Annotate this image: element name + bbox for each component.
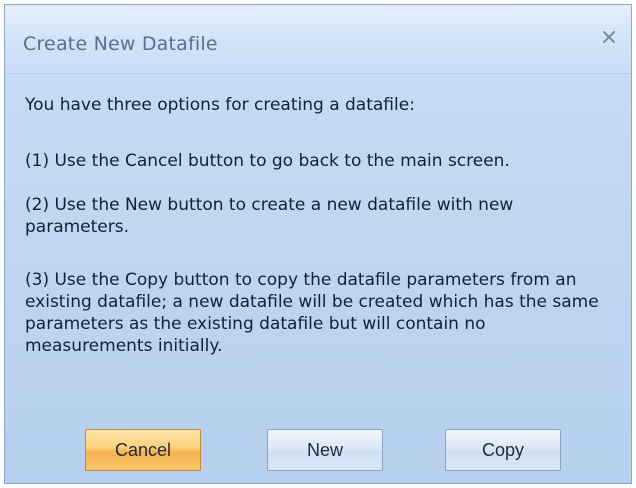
dialog-title: Create New Datafile xyxy=(23,33,218,55)
close-button[interactable] xyxy=(597,25,621,49)
new-button[interactable]: New xyxy=(267,429,383,471)
intro-text: You have three options for creating a da… xyxy=(25,95,415,115)
create-datafile-dialog: Create New Datafile You have three optio… xyxy=(4,4,632,484)
option-copy-text: (3) Use the Copy button to copy the data… xyxy=(25,270,599,356)
copy-button[interactable]: Copy xyxy=(445,429,561,471)
option-new-text: (2) Use the New button to create a new d… xyxy=(25,195,514,237)
option-cancel-text: (1) Use the Cancel button to go back to … xyxy=(25,151,510,171)
dialog-titlebar: Create New Datafile xyxy=(5,5,631,74)
close-icon xyxy=(603,31,615,43)
cancel-button[interactable]: Cancel xyxy=(85,429,201,471)
dialog-body: You have three options for creating a da… xyxy=(5,74,631,483)
